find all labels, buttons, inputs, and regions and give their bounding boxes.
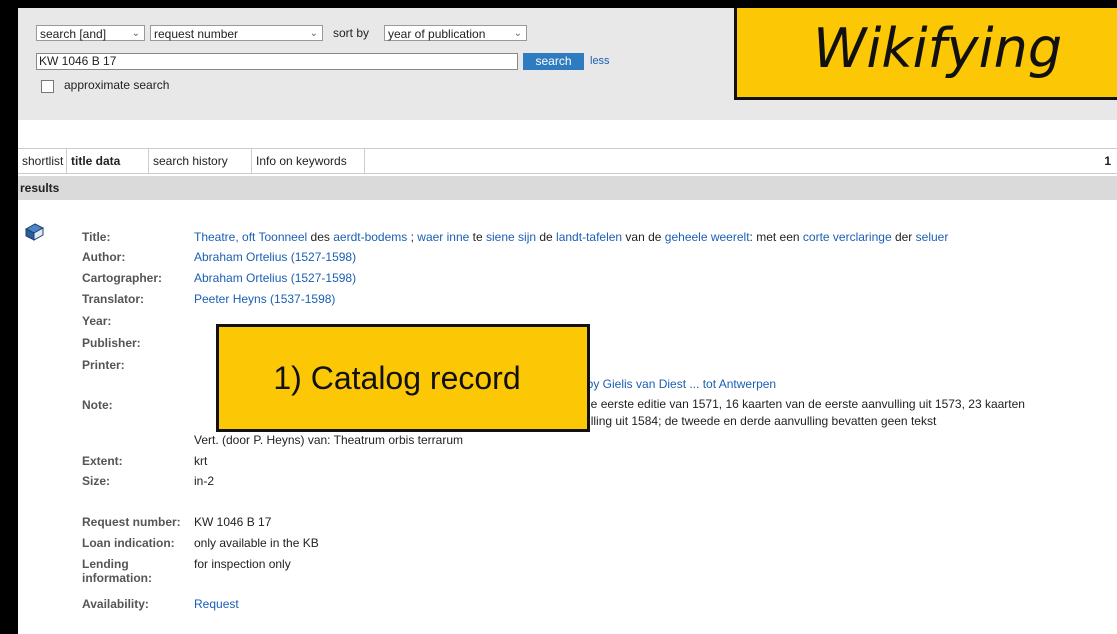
- field-select[interactable]: request number ⌄: [150, 25, 323, 41]
- title-text: te: [469, 230, 486, 244]
- availability-label: Availability:: [82, 597, 149, 611]
- title-link[interactable]: waer inne: [417, 230, 469, 244]
- translator-label: Translator:: [82, 292, 145, 306]
- operator-value: search [and]: [40, 27, 107, 41]
- chevron-down-icon: ⌄: [513, 28, 522, 39]
- approximate-search-checkbox[interactable]: [41, 80, 54, 93]
- title-link[interactable]: landt-tafelen: [556, 230, 622, 244]
- extent-label: Extent:: [82, 454, 123, 468]
- title-text: der: [891, 230, 916, 244]
- author-link[interactable]: Abraham Ortelius (1527-1598): [194, 250, 356, 264]
- cartographer-link[interactable]: Abraham Ortelius (1527-1598): [194, 271, 356, 285]
- tab-title-data[interactable]: title data: [67, 149, 149, 173]
- tab-bar: shortlist title data search history Info…: [18, 148, 1117, 174]
- request-number-label: Request number:: [82, 515, 181, 529]
- tab-shortlist[interactable]: shortlist: [18, 149, 67, 173]
- tab-info-on-keywords[interactable]: Info on keywords: [252, 149, 365, 173]
- cartographer-label: Cartographer:: [82, 271, 163, 285]
- note-line-1: uit de eerste editie van 1571, 16 kaarte…: [568, 397, 1025, 411]
- title-text: ;: [407, 230, 418, 244]
- printer-label: Printer:: [82, 358, 125, 372]
- title-text: des: [307, 230, 334, 244]
- author-label: Author:: [82, 250, 126, 264]
- year-label: Year:: [82, 314, 112, 328]
- less-link[interactable]: less: [590, 55, 610, 67]
- title-label: Title:: [82, 230, 111, 244]
- note-line-2: aanvulling uit 1584; de tweede en derde …: [558, 414, 937, 428]
- search-button[interactable]: search: [523, 53, 584, 70]
- sort-select[interactable]: year of publication ⌄: [384, 25, 527, 41]
- title-link[interactable]: aerdt-bodems: [333, 230, 407, 244]
- chevron-down-icon: ⌄: [131, 28, 140, 39]
- page-number: 1: [1104, 154, 1111, 168]
- sort-label: sort by: [333, 26, 370, 40]
- size-label: Size:: [82, 474, 111, 488]
- lending-information-value: for inspection only: [194, 557, 291, 571]
- publisher-label: Publisher:: [82, 336, 141, 350]
- request-link[interactable]: Request: [194, 597, 239, 611]
- title-text: de: [536, 230, 557, 244]
- title-link[interactable]: corte verclaringe: [803, 230, 892, 244]
- title-text: : met een: [749, 230, 803, 244]
- extent-value: krt: [194, 454, 208, 468]
- title-link[interactable]: siene sijn: [486, 230, 536, 244]
- catalog-window: search [and] ⌄ request number ⌄ sort by …: [18, 8, 1117, 634]
- field-value: request number: [154, 27, 239, 41]
- note-label: Note:: [82, 398, 113, 412]
- title-link[interactable]: Theatre, oft Toonneel: [194, 230, 307, 244]
- sort-value: year of publication: [388, 27, 486, 41]
- book-icon: [24, 223, 44, 241]
- loan-indication-value: only available in the KB: [194, 536, 319, 550]
- note-line-3: Vert. (door P. Heyns) van: Theatrum orbi…: [194, 433, 463, 447]
- lending-information-label: information:: [82, 571, 152, 585]
- lending-information-label: Lending: [82, 557, 129, 571]
- tab-search-history[interactable]: search history: [149, 149, 252, 173]
- translator-link[interactable]: Peeter Heyns (1537-1598): [194, 292, 335, 306]
- size-value: in-2: [194, 474, 215, 488]
- loan-indication-label: Loan indication:: [82, 536, 175, 550]
- title-link[interactable]: seluer: [916, 230, 949, 244]
- title-text: van de: [622, 230, 665, 244]
- results-header: results: [18, 176, 1117, 200]
- request-number-value: KW 1046 B 17: [194, 515, 272, 529]
- printer-link[interactable]: ckt by Gielis van Diest ... tot Antwerpe…: [568, 377, 776, 391]
- wikifying-banner: Wikifying: [734, 8, 1117, 100]
- approximate-search-label: approximate search: [64, 78, 170, 92]
- chevron-down-icon: ⌄: [309, 28, 318, 39]
- search-input[interactable]: KW 1046 B 17: [36, 53, 518, 70]
- catalog-record-callout: 1) Catalog record: [216, 324, 590, 432]
- title-value: Theatre, oft Toonneel des aerdt-bodems ;…: [194, 230, 948, 244]
- title-link[interactable]: geheele weerelt: [665, 230, 750, 244]
- operator-select[interactable]: search [and] ⌄: [36, 25, 145, 41]
